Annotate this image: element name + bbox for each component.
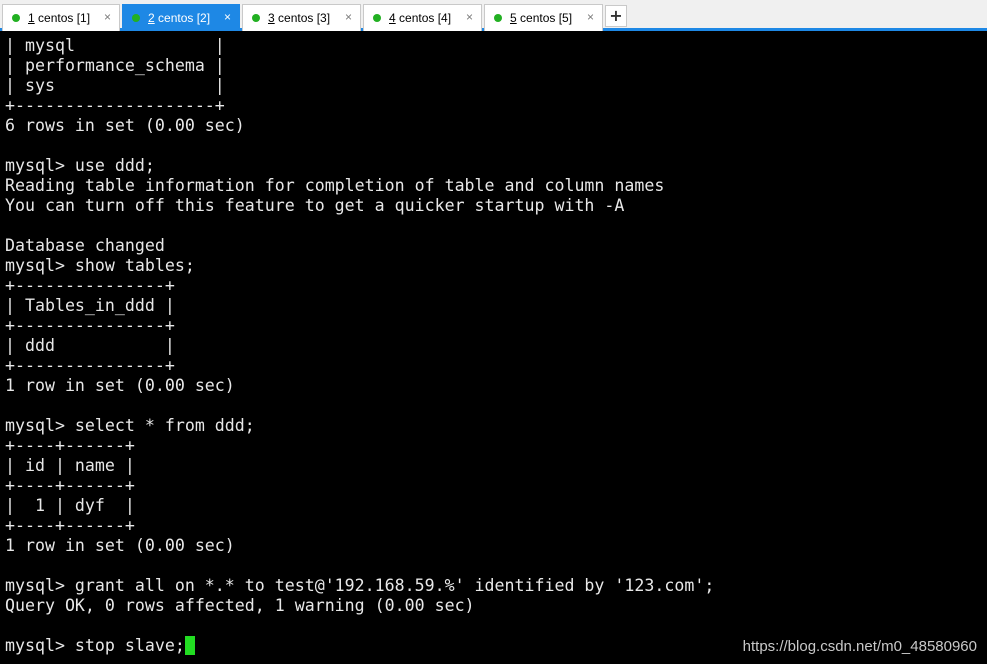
terminal-prompt-line[interactable]: mysql> stop slave; xyxy=(5,636,195,656)
terminal-line: Reading table information for completion… xyxy=(5,176,665,195)
tab-centos-5[interactable]: 5 centos [5] × xyxy=(484,4,603,31)
terminal-line: | mysql | xyxy=(5,36,225,55)
terminal-line: mysql> grant all on *.* to test@'192.168… xyxy=(5,576,715,595)
terminal-line: +--------------------+ xyxy=(5,96,225,115)
connected-status-dot-icon xyxy=(373,14,381,22)
terminal-line: +----+------+ xyxy=(5,436,135,455)
tab-centos-2[interactable]: 2 centos [2] × xyxy=(122,4,240,31)
terminal-line: 1 row in set (0.00 sec) xyxy=(5,376,235,395)
tab-centos-3[interactable]: 3 centos [3] × xyxy=(242,4,361,31)
connected-status-dot-icon xyxy=(132,14,140,22)
terminal-command: mysql> stop slave; xyxy=(5,636,185,655)
terminal-line: You can turn off this feature to get a q… xyxy=(5,196,625,215)
terminal-line: | id | name | xyxy=(5,456,135,475)
terminal-line: 1 row in set (0.00 sec) xyxy=(5,536,235,555)
close-tab-icon[interactable]: × xyxy=(587,10,594,24)
tab-centos-4[interactable]: 4 centos [4] × xyxy=(363,4,482,31)
terminal-line: | ddd | xyxy=(5,336,175,355)
new-tab-button[interactable]: + xyxy=(605,5,627,27)
close-tab-icon[interactable]: × xyxy=(224,10,231,24)
tab-bar: 1 centos [1] × 2 centos [2] × 3 centos [… xyxy=(0,0,987,31)
terminal-line: Query OK, 0 rows affected, 1 warning (0.… xyxy=(5,596,475,615)
tab-label: 4 centos [4] xyxy=(389,11,452,25)
tab-label: 1 centos [1] xyxy=(28,11,91,25)
terminal-line: | performance_schema | xyxy=(5,56,225,75)
terminal-line: mysql> show tables; xyxy=(5,256,195,275)
tab-centos-1[interactable]: 1 centos [1] × xyxy=(2,4,120,31)
terminal-line: | Tables_in_ddd | xyxy=(5,296,175,315)
connected-status-dot-icon xyxy=(252,14,260,22)
close-tab-icon[interactable]: × xyxy=(466,10,473,24)
close-tab-icon[interactable]: × xyxy=(345,10,352,24)
terminal-line: +---------------+ xyxy=(5,276,175,295)
terminal-line: 6 rows in set (0.00 sec) xyxy=(5,116,245,135)
tab-label: 5 centos [5] xyxy=(510,11,573,25)
tab-label: 3 centos [3] xyxy=(268,11,331,25)
terminal-line: +----+------+ xyxy=(5,516,135,535)
watermark-text: https://blog.csdn.net/m0_48580960 xyxy=(742,638,977,655)
terminal-output[interactable]: | mysql | | performance_schema | | sys |… xyxy=(0,34,987,664)
connected-status-dot-icon xyxy=(494,14,502,22)
tab-label: 2 centos [2] xyxy=(148,11,211,25)
terminal-line: mysql> use ddd; xyxy=(5,156,155,175)
terminal-line: +---------------+ xyxy=(5,316,175,335)
terminal-line: Database changed xyxy=(5,236,165,255)
terminal-line: mysql> select * from ddd; xyxy=(5,416,255,435)
terminal-line: +---------------+ xyxy=(5,356,175,375)
terminal-cursor xyxy=(184,636,195,655)
terminal-line: | sys | xyxy=(5,76,225,95)
terminal-line: | 1 | dyf | xyxy=(5,496,135,515)
close-tab-icon[interactable]: × xyxy=(104,10,111,24)
terminal-line: +----+------+ xyxy=(5,476,135,495)
connected-status-dot-icon xyxy=(12,14,20,22)
